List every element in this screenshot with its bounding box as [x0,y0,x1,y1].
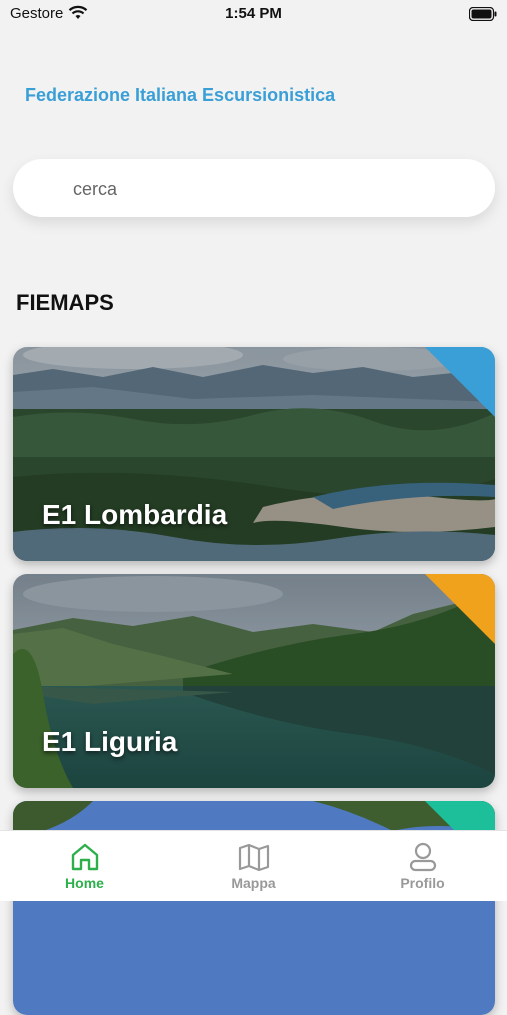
status-bar: Gestore 1:54 PM [0,0,507,30]
region-accent-corner [425,574,495,644]
map-card-liguria[interactable]: E1 Liguria [13,574,495,788]
battery-icon [468,6,497,26]
tab-profile[interactable]: Profilo [338,831,507,901]
card-title: E1 Liguria [42,726,178,757]
tab-home-label: Home [65,875,104,891]
clock: 1:54 PM [225,5,282,22]
region-accent-corner [425,347,495,417]
profile-icon [409,842,437,872]
search-input[interactable] [71,159,475,219]
bottom-tab-bar: Home Mappa Profilo [0,830,507,901]
section-title: FIEMAPS [16,290,114,315]
organization-title: Federazione Italiana Escursionistica [25,85,336,105]
tab-map[interactable]: Mappa [169,831,338,901]
tab-profile-label: Profilo [400,875,445,891]
home-icon [71,843,99,871]
tab-home[interactable]: Home [0,831,169,901]
map-icon [238,843,270,872]
search-bar[interactable] [13,159,495,219]
map-card-lombardia[interactable]: E1 Lombardia [13,347,495,561]
tab-map-label: Mappa [231,875,276,891]
card-title: E1 Lombardia [42,499,228,530]
